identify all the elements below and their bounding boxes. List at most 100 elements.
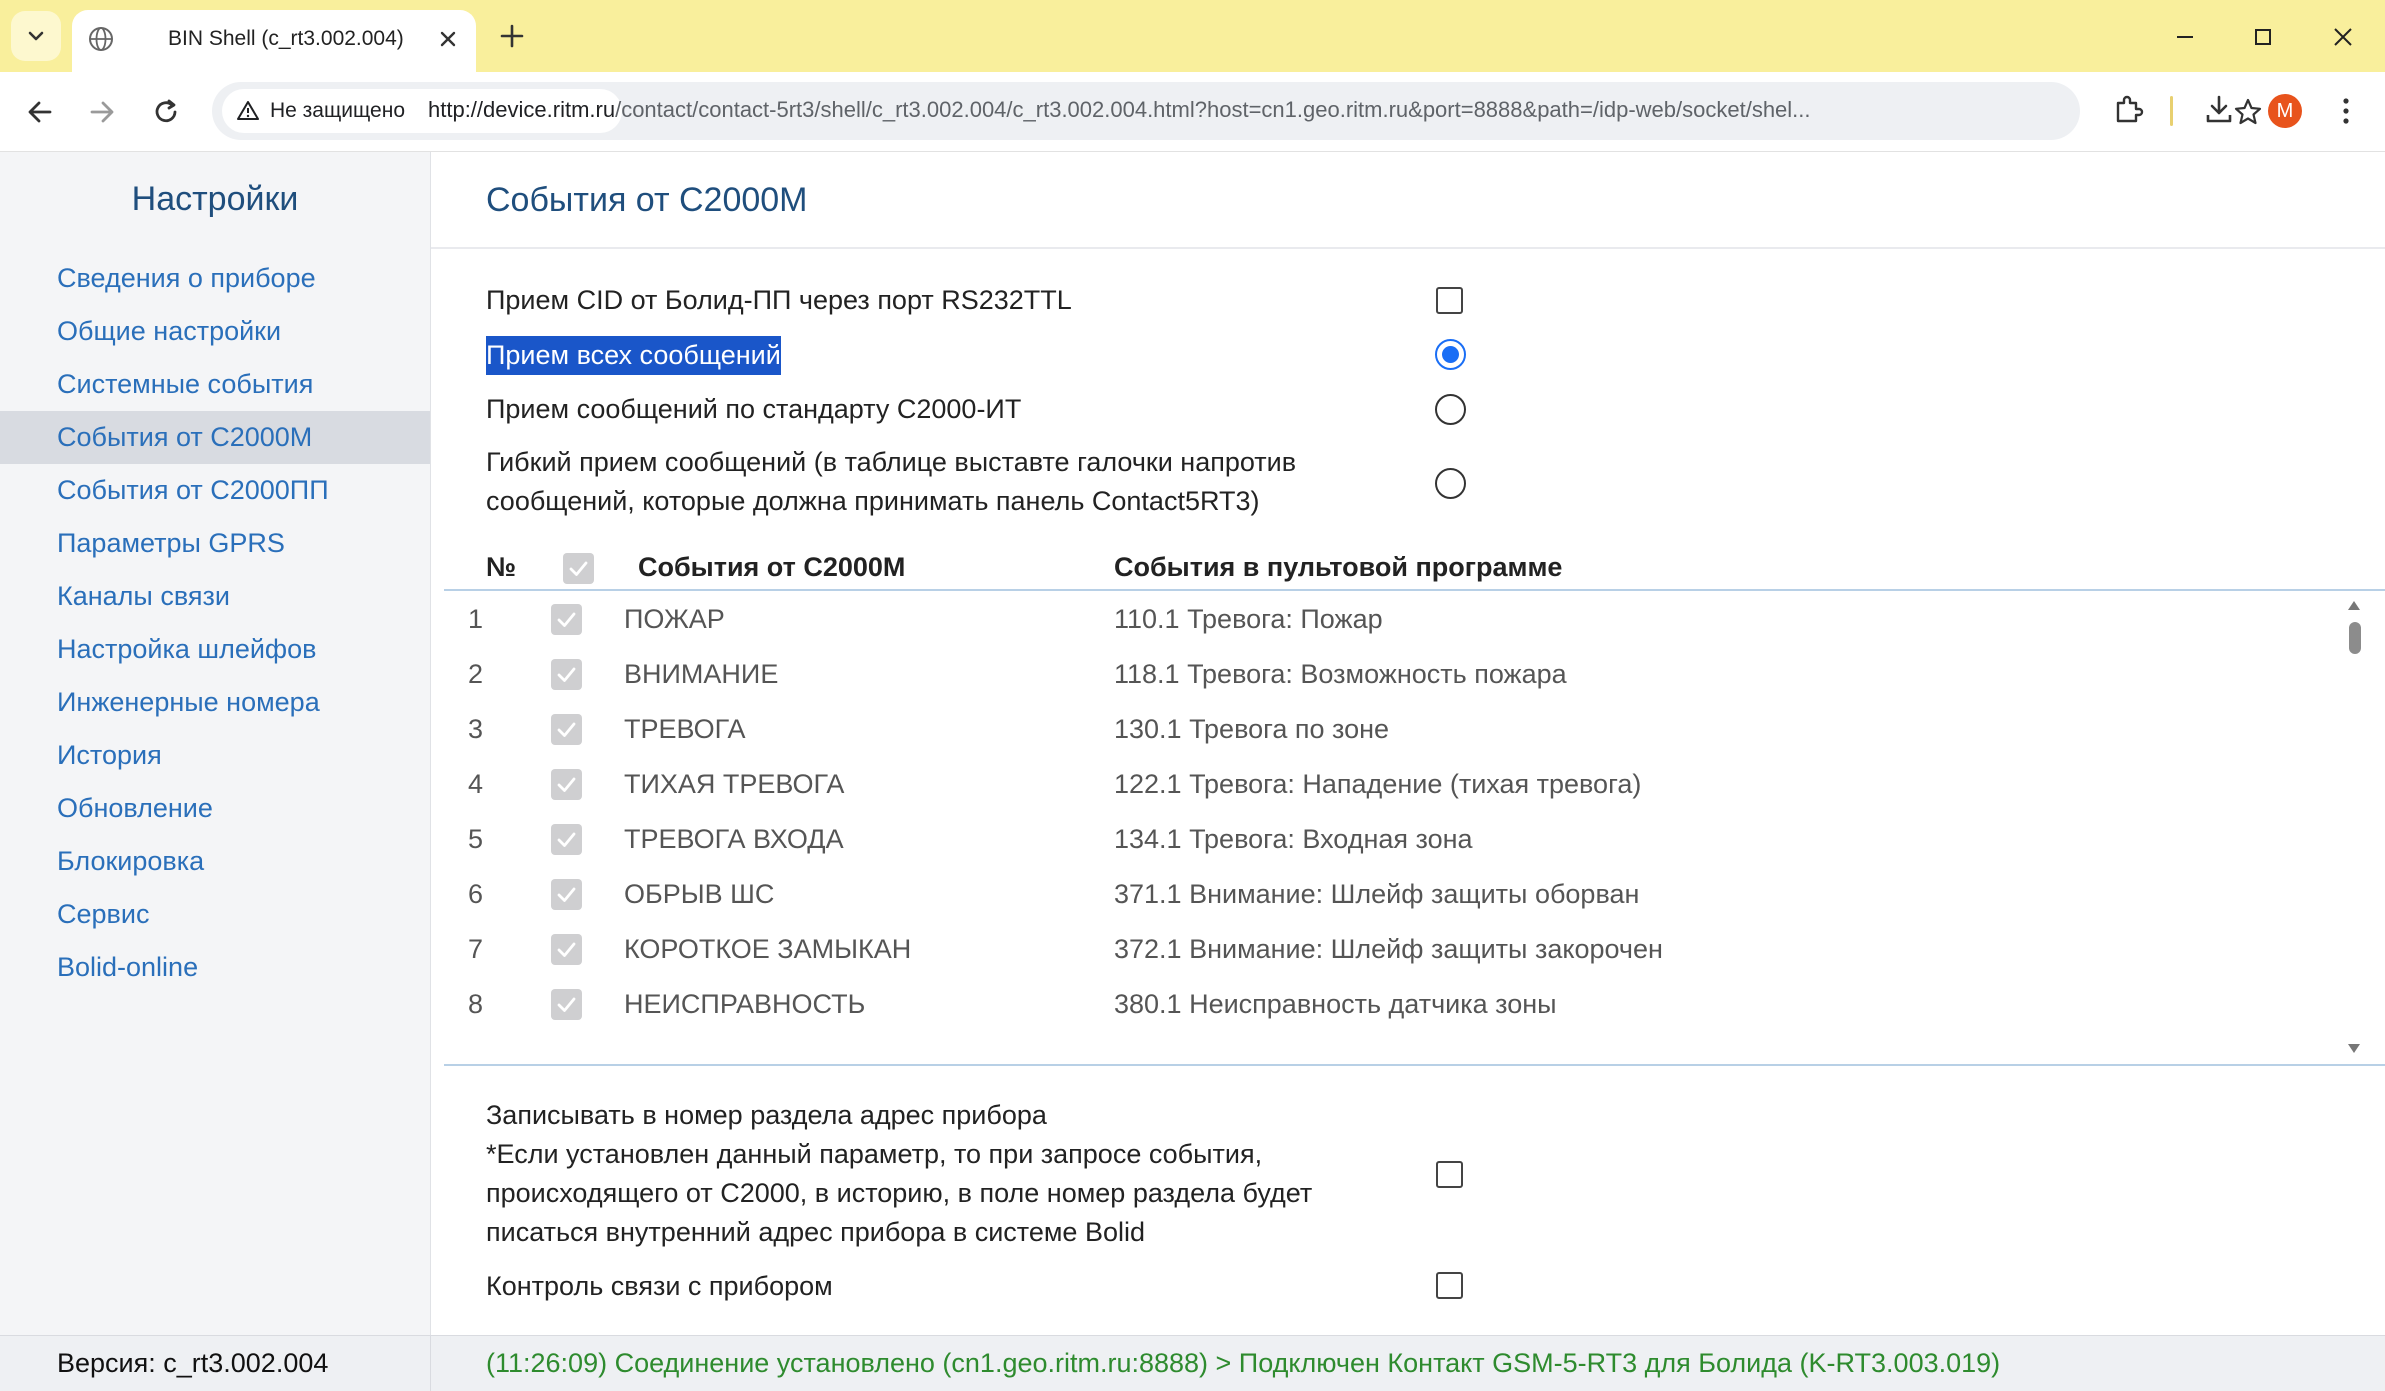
row-event: ТРЕВОГА xyxy=(624,714,746,744)
minimize-icon[interactable] xyxy=(2168,20,2202,54)
sidebar-item-bolid-online[interactable]: Bolid-online xyxy=(0,941,430,994)
tab-search-button[interactable] xyxy=(11,11,61,61)
globe-icon xyxy=(89,27,113,51)
row-checkbox[interactable] xyxy=(551,659,582,690)
status-separator xyxy=(430,1336,431,1391)
row-checkbox[interactable] xyxy=(551,934,582,965)
sidebar-item-system-events[interactable]: Системные события xyxy=(0,358,430,411)
check-icon xyxy=(557,942,576,957)
row-cms-event: 134.1 Тревога: Входная зона xyxy=(1114,824,1473,854)
reload-icon[interactable] xyxy=(146,92,186,132)
check-icon xyxy=(557,612,576,627)
sidebar-item-channels[interactable]: Каналы связи xyxy=(0,570,430,623)
row-event: ПОЖАР xyxy=(624,604,725,634)
back-icon[interactable] xyxy=(20,92,60,132)
sidebar-item-loops[interactable]: Настройка шлейфов xyxy=(0,623,430,676)
row-cms-event: 118.1 Тревога: Возможность пожара xyxy=(1114,659,1567,689)
radio-all-messages[interactable] xyxy=(1435,339,1466,370)
maximize-icon[interactable] xyxy=(2246,20,2280,54)
table-scrollbar-thumb[interactable] xyxy=(2349,622,2361,654)
opt-link-control-label: Контроль связи с прибором xyxy=(486,1271,833,1301)
opt-address-title: Записывать в номер раздела адрес прибора xyxy=(486,1100,1047,1130)
sidebar-item-gprs[interactable]: Параметры GPRS xyxy=(0,517,430,570)
tab-title: BIN Shell (c_rt3.002.004) xyxy=(168,27,404,50)
close-tab-icon[interactable] xyxy=(434,25,462,53)
status-bar: Версия: c_rt3.002.004 (11:26:09) Соедине… xyxy=(0,1335,2385,1391)
col-header-number: № xyxy=(486,552,517,582)
option-standard-label: Прием сообщений по стандарту С2000-ИТ xyxy=(486,394,1022,424)
row-cms-event: 122.1 Тревога: Нападение (тихая тревога) xyxy=(1114,769,1642,799)
sidebar-item-history[interactable]: История xyxy=(0,729,430,782)
security-label: Не защищено xyxy=(270,99,405,122)
row-checkbox[interactable] xyxy=(551,824,582,855)
sidebar-item-service[interactable]: Сервис xyxy=(0,888,430,941)
sidebar-item-general-settings[interactable]: Общие настройки xyxy=(0,305,430,358)
row-event: КОРОТКОЕ ЗАМЫКАН xyxy=(624,934,912,964)
sidebar-item-c2000pp-events[interactable]: События от С2000ПП xyxy=(0,464,430,517)
check-icon xyxy=(557,997,576,1012)
row-event: ВНИМАНИЕ xyxy=(624,659,779,689)
cid-checkbox[interactable] xyxy=(1436,287,1463,314)
row-cms-event: 380.1 Неисправность датчика зоны xyxy=(1114,989,1557,1019)
events-table-body[interactable]: 1 ПОЖАР 110.1 Тревога: Пожар 2 ВНИМАНИЕ … xyxy=(444,592,2344,1062)
url-text[interactable]: http://device.ritm.ru/contact/contact-5r… xyxy=(428,97,2218,123)
download-icon[interactable] xyxy=(2200,91,2238,129)
option-flex-label-1: Гибкий прием сообщений (в таблице выстав… xyxy=(486,447,1297,477)
warning-icon xyxy=(237,101,259,120)
connection-status: (11:26:09) Соединение установлено (cn1.g… xyxy=(486,1348,2001,1378)
table-row: 7 КОРОТКОЕ ЗАМЫКАН 372.1 Внимание: Шлейф… xyxy=(444,922,2344,977)
opt-address-note-2: происходящего от С2000, в историю, в пол… xyxy=(486,1178,1313,1208)
check-icon xyxy=(569,561,588,576)
row-number: 7 xyxy=(468,934,484,964)
row-checkbox[interactable] xyxy=(551,769,582,800)
chevron-down-icon xyxy=(28,31,44,41)
radio-standard[interactable] xyxy=(1435,394,1466,425)
row-checkbox[interactable] xyxy=(551,989,582,1020)
row-number: 3 xyxy=(468,714,484,744)
sidebar-item-update[interactable]: Обновление xyxy=(0,782,430,835)
url-host: http://device.ritm.ru xyxy=(428,97,616,122)
row-number: 6 xyxy=(468,879,484,909)
row-checkbox[interactable] xyxy=(551,879,582,910)
row-checkbox[interactable] xyxy=(551,714,582,745)
scroll-up-arrow-icon[interactable] xyxy=(2346,598,2362,612)
url-path: /contact/contact-5rt3/shell/c_rt3.002.00… xyxy=(615,97,1811,122)
row-cms-event: 372.1 Внимание: Шлейф защиты закорочен xyxy=(1114,934,1663,964)
option-flex-label-2: сообщений, которые должна принимать пане… xyxy=(486,486,1260,516)
radio-flexible[interactable] xyxy=(1435,468,1466,499)
row-event: ОБРЫВ ШС xyxy=(624,879,775,909)
profile-avatar[interactable]: M xyxy=(2268,94,2302,128)
new-tab-icon[interactable] xyxy=(494,18,530,54)
scroll-down-arrow-icon[interactable] xyxy=(2346,1042,2362,1056)
sidebar-item-c2000m-events[interactable]: События от С2000М xyxy=(0,411,430,464)
address-checkbox[interactable] xyxy=(1436,1161,1463,1188)
main-content: События от С2000М Прием CID от Болид-ПП … xyxy=(431,152,2385,1335)
check-icon xyxy=(557,667,576,682)
link-control-checkbox[interactable] xyxy=(1436,1272,1463,1299)
option-all-label: Прием всех сообщений xyxy=(486,336,781,375)
table-row: 8 НЕИСПРАВНОСТЬ 380.1 Неисправность датч… xyxy=(444,977,2344,1032)
close-window-icon[interactable] xyxy=(2326,20,2360,54)
row-number: 2 xyxy=(468,659,484,689)
more-menu-icon[interactable] xyxy=(2328,92,2364,130)
forward-icon[interactable] xyxy=(82,92,122,132)
check-icon xyxy=(557,722,576,737)
col-header-cms: События в пультовой программе xyxy=(1114,552,1563,582)
row-checkbox[interactable] xyxy=(551,604,582,635)
sidebar-item-engineer-numbers[interactable]: Инженерные номера xyxy=(0,676,430,729)
extensions-icon[interactable] xyxy=(2110,91,2146,127)
row-number: 5 xyxy=(468,824,484,854)
address-bar[interactable]: Не защищено http://device.ritm.ru/contac… xyxy=(212,82,2262,140)
sidebar-item-device-info[interactable]: Сведения о приборе xyxy=(0,252,430,305)
table-row: 2 ВНИМАНИЕ 118.1 Тревога: Возможность по… xyxy=(444,647,2344,702)
toolbar-separator xyxy=(2170,96,2173,126)
browser-tab[interactable]: BIN Shell (c_rt3.002.004) xyxy=(72,10,476,72)
table-row: 3 ТРЕВОГА 130.1 Тревога по зоне xyxy=(444,702,2344,757)
sidebar-item-lock[interactable]: Блокировка xyxy=(0,835,430,888)
sidebar-nav: Сведения о приборе Общие настройки Систе… xyxy=(0,252,430,994)
check-icon xyxy=(557,777,576,792)
select-all-checkbox[interactable] xyxy=(563,553,594,584)
table-row: 5 ТРЕВОГА ВХОДА 134.1 Тревога: Входная з… xyxy=(444,812,2344,867)
settings-sidebar: Настройки Сведения о приборе Общие настр… xyxy=(0,152,431,1335)
col-header-events: События от С2000М xyxy=(638,552,906,582)
